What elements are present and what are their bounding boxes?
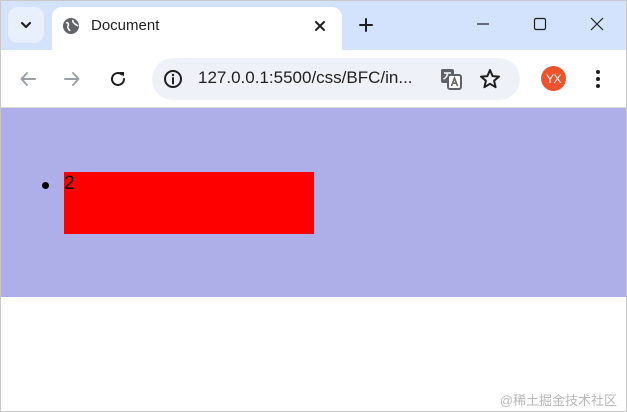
back-button[interactable]: [15, 66, 41, 92]
plus-icon: [359, 18, 373, 32]
forward-arrow-icon: [64, 72, 80, 86]
tab-search-icon: [20, 21, 32, 29]
kebab-menu-icon: [596, 70, 600, 88]
profile-avatar[interactable]: YX: [541, 66, 566, 91]
forward-button[interactable]: [59, 66, 85, 92]
tab-search-button[interactable]: [8, 7, 44, 43]
star-icon[interactable]: [478, 67, 502, 91]
maximize-icon: [533, 17, 547, 31]
watermark: @稀土掘金技术社区: [499, 393, 617, 408]
new-tab-button[interactable]: [354, 13, 378, 37]
url-text[interactable]: 127.0.0.1:5500/css/BFC/in...: [198, 68, 413, 88]
toolbar: 127.0.0.1:5500/css/BFC/in... YX: [0, 50, 627, 108]
tab-strip: Document: [0, 0, 627, 50]
maximize-button[interactable]: [525, 9, 555, 39]
bfc-container: 2: [0, 108, 627, 297]
browser-window: Document 127.0.0.1:5500/css/BFC/in... YX…: [0, 0, 627, 412]
close-icon: [315, 21, 325, 31]
minimize-icon: [477, 23, 489, 25]
chrome-menu-button[interactable]: [588, 66, 608, 92]
tab-title: Document: [91, 17, 160, 34]
reload-button[interactable]: [105, 66, 131, 92]
info-icon: [164, 70, 182, 88]
tab-close-button[interactable]: [310, 16, 330, 36]
minimize-button[interactable]: [468, 9, 498, 39]
back-arrow-icon: [20, 72, 36, 86]
site-info-button[interactable]: [162, 68, 184, 90]
window-close-icon: [590, 17, 604, 31]
list-item-text: 2: [64, 173, 75, 194]
list-item: [64, 172, 314, 234]
tab-document[interactable]: Document: [52, 7, 342, 50]
reload-icon: [111, 71, 125, 86]
list-bullet: [42, 182, 49, 189]
page-viewport: 2 @稀土掘金技术社区: [0, 108, 627, 412]
translate-icon[interactable]: [439, 67, 463, 91]
globe-icon: [63, 18, 79, 34]
window-close-button[interactable]: [582, 9, 612, 39]
address-bar[interactable]: 127.0.0.1:5500/css/BFC/in...: [152, 58, 520, 100]
